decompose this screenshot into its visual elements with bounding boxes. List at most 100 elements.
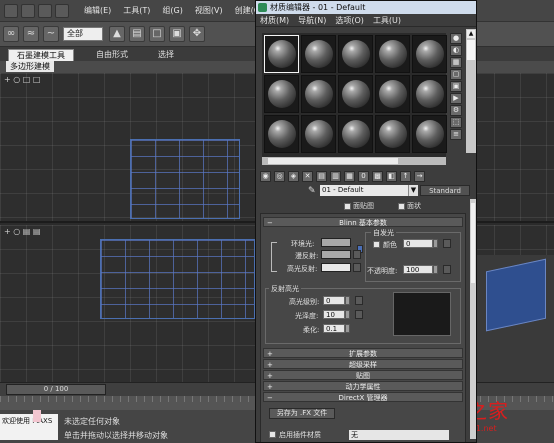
menu-views[interactable]: 视图(V) [195,5,223,16]
put-to-scene-icon[interactable]: ◎ [274,170,285,182]
glossiness-map-button[interactable] [355,310,363,319]
dynamics-properties-header[interactable]: + 动力学属性 [263,381,463,391]
open-file-icon[interactable] [38,3,52,18]
make-unique-icon[interactable]: ▥ [330,170,341,182]
sample-slots-scrollbar[interactable] [262,157,446,165]
opacity-spinner[interactable]: 100 [403,265,433,274]
get-material-icon[interactable]: ◉ [260,170,271,182]
sample-slot[interactable] [301,35,336,73]
material-map-navigator-icon[interactable]: ≡ [450,129,462,140]
material-type-button[interactable]: Standard [420,185,470,196]
blinn-basic-parameters-header[interactable]: − Blinn 基本参数 [263,217,463,227]
self-illum-spinner[interactable]: 0 [403,239,433,248]
soften-spin-arrows[interactable] [345,324,350,333]
sample-type-icon[interactable]: ● [450,33,462,44]
menu-navigation[interactable]: 导航(N) [298,15,326,26]
selection-filter-dropdown[interactable]: 全部 [63,27,103,41]
self-illum-color-checkbox[interactable] [373,241,380,248]
sample-slot[interactable] [338,75,373,113]
window-scroll-thumb[interactable] [467,40,475,60]
faceted-checkbox-row[interactable]: 面状 [398,201,421,211]
move-icon[interactable]: ✥ [189,26,205,42]
select-by-material-icon[interactable]: ⬚ [450,117,462,128]
viewport-top-label[interactable]: + ○ □ □ [4,75,40,84]
sample-slot[interactable] [375,35,410,73]
assign-to-selection-icon[interactable]: ◈ [288,170,299,182]
parameters-scrollbar[interactable] [470,199,476,439]
tab-selection[interactable]: 选择 [150,49,182,61]
window-crossing-icon[interactable]: ▣ [169,26,185,42]
sample-slot[interactable] [375,115,410,153]
unlink-icon[interactable]: ≈ [23,26,39,42]
show-end-result-icon[interactable]: ◧ [386,170,397,182]
put-to-library-icon[interactable]: ▦ [344,170,355,182]
material-editor-titlebar[interactable]: 材质编辑器 - 01 - Default [256,1,476,14]
supersampling-header[interactable]: + 超级采样 [263,359,463,369]
sample-slot[interactable] [338,35,373,73]
video-check-icon[interactable]: ▣ [450,81,462,92]
polygon-modeling-label[interactable]: 多边形建模 [6,61,54,72]
glossiness-spin-arrows[interactable] [345,310,350,319]
new-file-icon[interactable] [21,3,35,18]
grid-object-top[interactable] [130,139,240,219]
sample-slot[interactable] [264,115,299,153]
rect-selection-icon[interactable]: □ [149,26,165,42]
select-object-icon[interactable]: ▲ [109,26,125,42]
spec-level-spin-arrows[interactable] [345,296,350,305]
menu-utilities[interactable]: 工具(U) [373,15,401,26]
face-map-checkbox[interactable] [344,202,351,210]
extended-parameters-header[interactable]: + 扩展参数 [263,348,463,358]
sample-slot[interactable] [301,75,336,113]
uv-tiling-icon[interactable]: ▢ [450,69,462,80]
soften-spinner[interactable]: 0.1 [323,324,345,333]
menu-material[interactable]: 材质(M) [260,15,289,26]
time-slider[interactable]: 0 / 100 [6,384,106,395]
select-by-name-icon[interactable]: ▤ [129,26,145,42]
maps-header[interactable]: + 贴图 [263,370,463,380]
background-icon[interactable]: ▦ [450,57,462,68]
diffuse-swatch[interactable] [321,250,351,259]
plugin-material-field[interactable]: 无 [349,430,449,440]
save-as-fx-button[interactable]: 另存为 .FX 文件 [269,408,335,419]
self-illum-spin-arrows[interactable] [433,239,438,248]
perspective-object[interactable] [486,258,546,332]
window-scrollbar[interactable]: ▲ [466,29,476,153]
chevron-down-icon[interactable]: ▼ [408,185,418,196]
link-icon[interactable]: ∞ [3,26,19,42]
enable-plugin-checkbox[interactable] [269,431,276,438]
menu-edit[interactable]: 编辑(E) [84,5,111,16]
specular-map-button[interactable] [353,263,361,272]
go-to-parent-icon[interactable]: ↑ [400,170,411,182]
scroll-thumb[interactable] [268,158,398,164]
menu-group[interactable]: 组(G) [162,5,182,16]
tab-graphite-modeling[interactable]: 石墨建模工具 [8,49,74,61]
scroll-up-icon[interactable]: ▲ [467,30,475,38]
grid-object-front[interactable] [100,239,255,319]
glossiness-spinner[interactable]: 10 [323,310,345,319]
max-app-icon[interactable] [4,3,18,18]
spec-level-spinner[interactable]: 0 [323,296,345,305]
go-forward-sibling-icon[interactable]: → [414,170,425,182]
opacity-map-button[interactable] [443,265,451,274]
show-map-icon[interactable]: ▩ [372,170,383,182]
save-file-icon[interactable] [55,3,69,18]
sample-slot[interactable] [264,75,299,113]
material-id-icon[interactable]: 0 [358,170,369,182]
reset-map-icon[interactable]: ✕ [302,170,313,182]
sample-slot[interactable] [412,115,447,153]
tab-freeform[interactable]: 自由形式 [88,49,136,61]
self-illum-map-button[interactable] [443,239,451,248]
ambient-swatch[interactable] [321,238,351,247]
sample-slot[interactable] [301,115,336,153]
sample-slot[interactable] [412,35,447,73]
bind-spacewarp-icon[interactable]: ~ [43,26,59,42]
viewport-bottom-label[interactable]: + ○ ▤ ▤ [4,227,40,236]
maxscript-listener[interactable]: 欢迎使用 MAXS [0,414,58,440]
specular-swatch[interactable] [321,263,351,272]
material-name-field[interactable]: 01 - Default [320,185,408,196]
sample-slot[interactable] [264,35,299,73]
diffuse-map-button[interactable] [353,250,361,259]
directx-manager-header[interactable]: − DirectX 管理器 [263,392,463,402]
opacity-spin-arrows[interactable] [433,265,438,274]
eyedropper-icon[interactable]: ✎ [308,186,316,196]
